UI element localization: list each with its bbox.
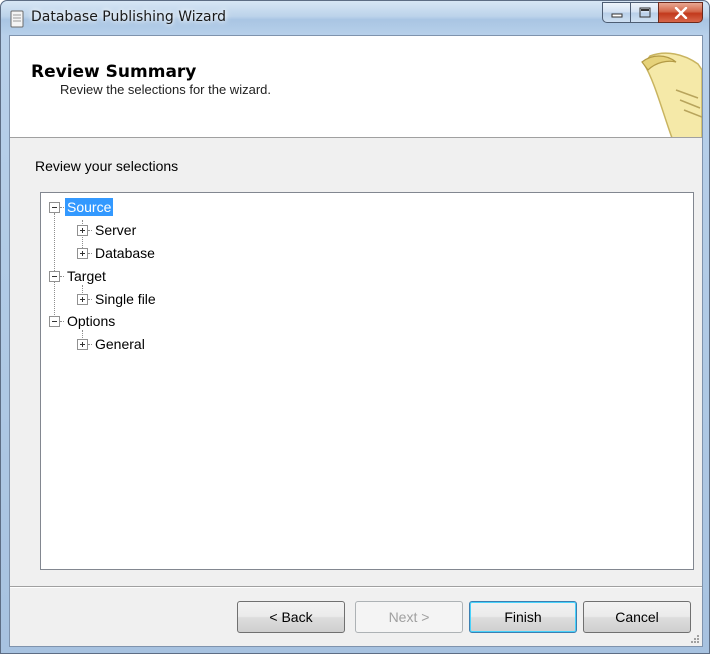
minimize-button[interactable] — [602, 2, 630, 23]
tree-node-label: Options — [67, 313, 116, 329]
tree-branch — [88, 298, 92, 300]
tree-node-label: Target — [67, 268, 106, 284]
next-button[interactable]: Next > — [355, 601, 463, 633]
selection-tree[interactable]: Source Server Database Target Single fil — [40, 192, 694, 570]
tree-node-server[interactable]: Server — [77, 220, 138, 240]
tree-branch — [60, 206, 64, 208]
tree-node-single-file[interactable]: Single file — [77, 289, 158, 309]
wizard-client-area: Review Summary Review the selections for… — [9, 35, 703, 647]
tree-node-label: Server — [95, 222, 137, 238]
tree-node-target[interactable]: Target — [49, 266, 108, 286]
close-icon — [674, 6, 687, 19]
cancel-button[interactable]: Cancel — [583, 601, 691, 633]
window-title: Database Publishing Wizard — [31, 9, 227, 25]
minimize-icon — [611, 13, 622, 17]
tree-branch — [88, 252, 92, 254]
collapse-icon[interactable] — [49, 315, 60, 327]
tree-node-options[interactable]: Options — [49, 311, 117, 331]
back-button[interactable]: < Back — [237, 601, 345, 633]
page-subtitle: Review the selections for the wizard. — [60, 82, 271, 97]
tree-branch — [60, 320, 64, 322]
expand-icon[interactable] — [77, 338, 88, 350]
finish-button[interactable]: Finish — [469, 601, 577, 633]
tree-node-general[interactable]: General — [77, 334, 147, 354]
tree-node-label: Single file — [95, 291, 156, 307]
database-icon — [10, 10, 24, 28]
tree-branch — [60, 275, 64, 277]
expand-icon[interactable] — [77, 293, 88, 305]
caption-buttons — [602, 2, 703, 24]
wizard-header: Review Summary Review the selections for… — [10, 36, 702, 138]
tree-branch — [88, 229, 92, 231]
collapse-icon[interactable] — [49, 201, 60, 213]
resize-grip-icon[interactable] — [690, 634, 700, 644]
scroll-icon — [641, 52, 702, 137]
title-bar[interactable]: Database Publishing Wizard — [1, 1, 709, 35]
maximize-icon — [639, 7, 650, 18]
tree-branch — [88, 343, 92, 345]
tree-node-label: Source — [65, 198, 114, 216]
collapse-icon[interactable] — [49, 270, 60, 282]
tree-node-label: General — [95, 336, 145, 352]
section-label: Review your selections — [35, 158, 179, 174]
tree-node-database[interactable]: Database — [77, 243, 157, 263]
expand-icon[interactable] — [77, 224, 88, 236]
page-title: Review Summary — [31, 62, 197, 82]
maximize-button[interactable] — [630, 2, 658, 23]
tree-node-source[interactable]: Source — [49, 197, 114, 217]
footer-divider — [10, 586, 702, 588]
tree-node-label: Database — [95, 245, 155, 261]
expand-icon[interactable] — [77, 247, 88, 259]
wizard-window: Database Publishing Wizard Review Summar… — [0, 0, 710, 654]
close-button[interactable] — [658, 2, 703, 23]
